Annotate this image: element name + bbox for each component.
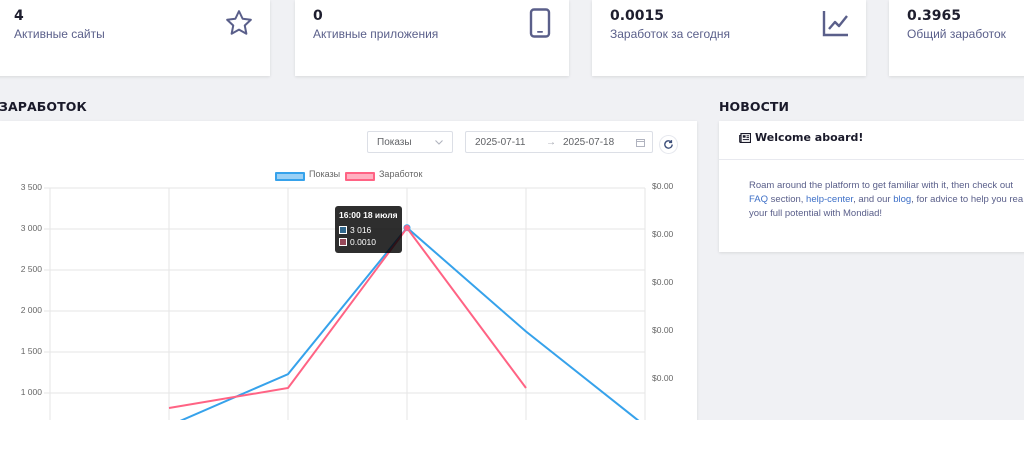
news-item-title[interactable]: Welcome aboard! <box>755 131 863 144</box>
chart-tooltip: 16:00 18 июля 3 016 0.0010 <box>335 206 402 253</box>
help-center-link[interactable]: help-center <box>806 194 853 205</box>
news-body-line-1: Roam around the platform to get familiar… <box>749 180 1014 191</box>
dashboard: 4 Активные сайты 0 Активные приложения 0… <box>0 0 1024 420</box>
tooltip-title: 16:00 18 июля <box>339 210 398 220</box>
news-body-line-2: FAQ section, help-center, and our blog, … <box>749 193 1024 207</box>
news-text: section, <box>768 194 807 205</box>
news-text: , for advice to help you rea <box>911 194 1024 205</box>
news-divider <box>719 159 1024 160</box>
data-point-earnings <box>404 225 410 231</box>
news-body-line-3: your full potential with Mondiad! <box>749 208 883 219</box>
news-text: , and our <box>853 194 894 205</box>
tooltip-value-impressions: 3 016 <box>350 225 372 235</box>
tooltip-swatch-earnings <box>339 238 347 246</box>
series-line-earnings <box>168 226 527 409</box>
faq-link[interactable]: FAQ <box>749 194 768 205</box>
news-item-body: Roam around the platform to get familiar… <box>749 179 1024 221</box>
newspaper-icon <box>739 133 751 143</box>
tooltip-value-earnings: 0.0010 <box>350 237 376 247</box>
tooltip-swatch-impressions <box>339 226 347 234</box>
blog-link[interactable]: blog <box>893 194 911 205</box>
